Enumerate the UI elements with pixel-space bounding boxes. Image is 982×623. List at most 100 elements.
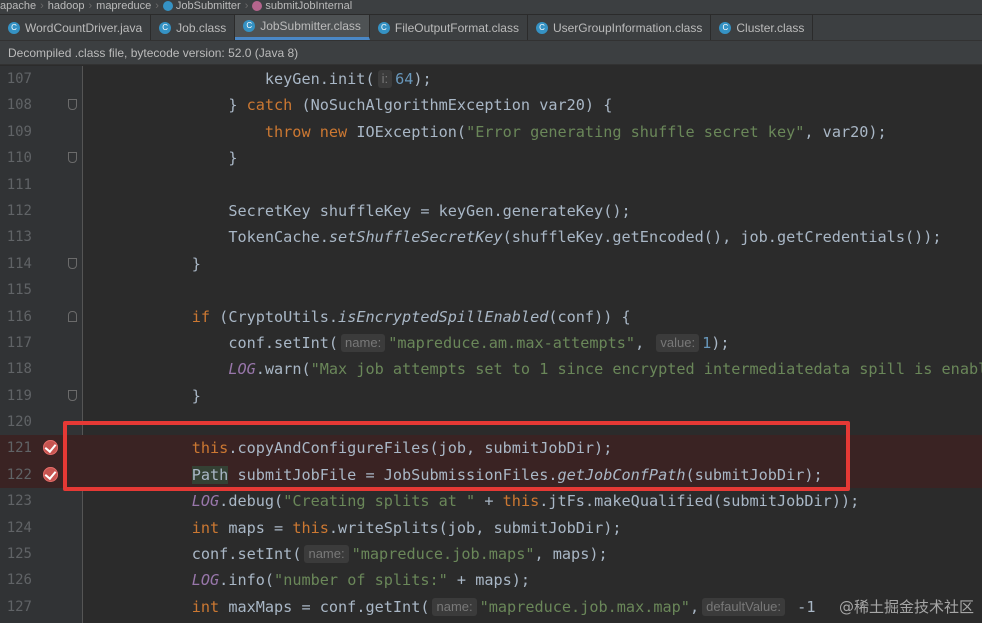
code-line[interactable]: 126 LOG.info("number of splits:" + maps)… [0,567,982,593]
code-line[interactable]: 111 [0,172,982,198]
line-number[interactable]: 114 [0,251,32,277]
code-line[interactable]: 107 keyGen.init(i: 64); [0,66,982,92]
class-file-icon: C [719,21,732,34]
tab-usergroupinformation[interactable]: C UserGroupInformation.class [528,15,712,40]
fold-marker-icon[interactable] [68,389,77,401]
code-text: } [191,254,201,273]
line-number[interactable]: 121 [0,435,32,461]
fold-marker-icon[interactable] [68,310,77,322]
code-text: } [191,386,201,405]
breadcrumb-item-submitjobinternal[interactable]: submitJobInternal [265,0,352,12]
code-text: int maxMaps = conf.getInt(name: "mapreduc… [191,597,816,616]
fold-marker-icon[interactable] [68,99,77,111]
line-number[interactable]: 113 [0,224,32,250]
line-number[interactable]: 111 [0,172,32,198]
method-icon [252,1,263,11]
code-line[interactable]: 110 } [0,145,982,171]
code-editor[interactable]: 107 keyGen.init(i: 64); 108 } catch (NoSu… [0,66,982,623]
breadcrumb-separator: › [88,0,93,12]
code-line[interactable]: 115 [0,277,982,303]
breadcrumb-separator: › [40,0,44,12]
class-file-icon: C [243,20,256,32]
line-number[interactable]: 125 [0,541,32,567]
code-line[interactable]: 117 conf.setInt(name: "mapreduce.am.max-a… [0,330,982,356]
breadcrumb-separator: › [155,0,159,12]
parameter-hint: name: [432,597,477,616]
tab-jobsubmitter[interactable]: C JobSubmitter.class [235,15,370,40]
class-icon [162,1,173,11]
breadcrumb-item-jobsubmitter[interactable]: JobSubmitter [176,0,241,12]
parameter-hint: defaultValue: [702,597,786,616]
code-text: } [228,149,238,168]
breadcrumb-item-hadoop[interactable]: hadoop [48,0,85,12]
code-line[interactable]: 123 LOG.debug("Creating splits at " + th… [0,488,982,514]
code-line[interactable]: 114 } [0,251,982,277]
parameter-hint: value: [656,333,700,352]
line-number[interactable]: 109 [0,119,32,145]
breakpoint-icon[interactable] [43,440,58,456]
code-text: LOG.info("number of splits:" + maps); [191,571,531,590]
tab-label: UserGroupInformation.class [552,20,703,35]
code-line[interactable]: 116 if (CryptoUtils.isEncryptedSpillEnab… [0,304,982,330]
breadcrumb-item-mapreduce[interactable]: mapreduce [96,0,151,12]
watermark: @稀土掘金技术社区 [838,598,974,616]
tab-wordcountdriver[interactable]: C WordCountDriver.java [0,15,152,40]
line-number[interactable]: 107 [0,66,32,92]
fold-marker-icon[interactable] [68,257,77,269]
parameter-hint: name: [341,333,386,352]
tab-label: WordCountDriver.java [25,20,143,35]
line-number[interactable]: 127 [0,594,32,620]
code-line[interactable]: 124 int maps = this.writeSplits(job, sub… [0,515,982,541]
code-line[interactable]: 119 } [0,383,982,409]
tab-label: FileOutputFormat.class [394,20,519,35]
code-line[interactable]: 109 throw new IOException("Error generat… [0,119,982,145]
line-number[interactable]: 115 [0,277,32,303]
class-file-icon: C [159,21,172,34]
line-number[interactable]: 124 [0,515,32,541]
code-text: LOG.debug("Creating splits at " + this.j… [191,492,860,511]
breakpoint-icon[interactable] [43,466,58,482]
tab-label: Job.class [176,20,227,35]
line-number[interactable]: 116 [0,304,32,330]
breadcrumb: apache › hadoop › mapreduce › JobSubmitter › sub… [0,0,982,14]
code-line[interactable]: 118 LOG.warn("Max job attempts set to 1 … [0,356,982,382]
tab-fileoutputformat[interactable]: C FileOutputFormat.class [370,15,528,40]
line-number[interactable]: 123 [0,488,32,514]
decompiled-notice: Decompiled .class file, bytecode version… [0,41,982,65]
line-number[interactable]: 118 [0,356,32,382]
code-text: conf.setInt(name: "mapreduce.job.maps", m… [191,545,608,564]
code-line[interactable]: 113 TokenCache.setShuffleSecretKey(shuff… [0,224,982,250]
parameter-hint: name: [304,545,349,564]
editor-tabs: C WordCountDriver.java C Job.class C JobSub… [0,15,982,41]
code-text: conf.setInt(name: "mapreduce.am.max-attem… [228,333,730,352]
code-text: LOG.warn("Max job attempts set to 1 sinc… [228,360,982,379]
code-text: } catch (NoSuchAlgorithmException var20)… [228,96,613,115]
line-number[interactable]: 117 [0,330,32,356]
code-text: throw new IOException("Error generating … [264,122,887,141]
line-number[interactable]: 122 [0,462,32,488]
parameter-hint: i: [377,70,393,88]
code-line[interactable]: 112 SecretKey shuffleKey = keyGen.genera… [0,198,982,224]
breadcrumb-item-apache[interactable]: apache [0,0,36,12]
class-file-icon: C [377,21,390,34]
code-text: keyGen.init(i: 64); [264,70,432,88]
code-line[interactable]: 108 } catch (NoSuchAlgorithmException va… [0,92,982,118]
fold-marker-icon[interactable] [68,152,77,164]
code-text: SecretKey shuffleKey = keyGen.generateKe… [228,201,631,220]
line-number[interactable]: 119 [0,383,32,409]
java-class-icon: C [8,21,20,34]
tab-cluster[interactable]: C Cluster.class [711,15,814,40]
code-text: TokenCache.setShuffleSecretKey(shuffleKe… [228,228,942,247]
line-number[interactable]: 112 [0,198,32,224]
code-text: if (CryptoUtils.isEncryptedSpillEnabled(… [191,307,631,326]
line-number[interactable]: 110 [0,145,32,171]
code-line[interactable]: 127 int maxMaps = conf.getInt(name: "mapr… [0,594,982,620]
line-number[interactable]: 126 [0,567,32,593]
line-number[interactable]: 108 [0,92,32,118]
tab-label: JobSubmitter.class [260,19,361,33]
code-line[interactable]: 125 conf.setInt(name: "mapreduce.job.maps… [0,541,982,567]
line-number[interactable]: 120 [0,409,32,435]
tab-job[interactable]: C Job.class [151,15,236,40]
class-file-icon: C [535,21,548,34]
code-text: int maps = this.writeSplits(job, submitJ… [191,518,622,537]
